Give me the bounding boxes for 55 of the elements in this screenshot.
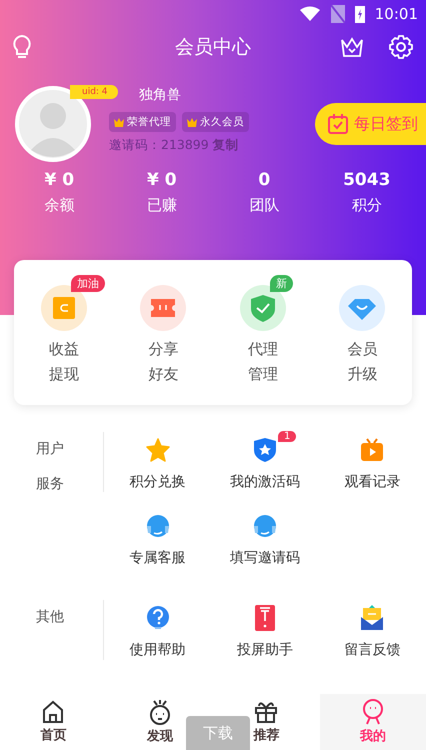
tv-play-icon[interactable] [360, 438, 384, 462]
invite-code: 邀请码：213899 [109, 137, 209, 154]
no-signal-icon [330, 5, 345, 23]
badge-label: 加油 [70, 275, 105, 292]
stat-value: 0 [258, 170, 270, 190]
status-time: 10:01 [374, 5, 418, 23]
shield-star-icon[interactable] [254, 438, 276, 462]
settings-icon[interactable] [388, 34, 414, 60]
phone-icon[interactable] [254, 605, 275, 631]
menu-item-label[interactable]: 留言反馈 [344, 641, 400, 659]
action-label[interactable]: 分享 好友 [148, 337, 178, 387]
crown-icon [114, 118, 124, 126]
stat-value: ¥ 0 [44, 170, 74, 190]
member-tag: 永久会员 [182, 112, 249, 132]
menu-item-label[interactable]: 我的激活码 [230, 473, 300, 491]
envelope-icon[interactable] [360, 605, 384, 631]
action-label[interactable]: 收益 提现 [48, 337, 79, 387]
wifi-icon [298, 6, 321, 22]
section-label: 其他 [0, 600, 104, 660]
crown-icon [187, 118, 197, 126]
star-icon[interactable] [146, 438, 170, 462]
action-label[interactable]: 代理 管理 [248, 337, 278, 387]
headset-icon[interactable] [146, 514, 170, 538]
stat-value: 5043 [343, 170, 390, 190]
nav-tab[interactable]: 首页 [0, 694, 106, 750]
calendar-check-icon [327, 113, 349, 135]
menu-item-label[interactable]: 积分兑换 [130, 473, 186, 491]
badge-label: 新 [270, 275, 293, 292]
section-label: 用户 服务 [0, 432, 104, 492]
member-tag: 荣誉代理 [109, 112, 176, 132]
gift-icon [254, 700, 278, 724]
person-icon [360, 699, 385, 725]
ticket-icon[interactable] [140, 285, 186, 331]
help-icon[interactable] [146, 605, 170, 631]
crown-icon[interactable] [340, 36, 364, 58]
menu-item-label[interactable]: 投屏助手 [236, 641, 293, 659]
face-icon [148, 699, 172, 725]
menu-item-label[interactable]: 填写邀请码 [230, 549, 300, 567]
menu-item-label[interactable]: 专属客服 [130, 549, 186, 567]
stat-label: 团队 [249, 196, 280, 215]
user-name: 独角兽 [139, 86, 182, 104]
action-label[interactable]: 会员 升级 [347, 337, 378, 387]
headset-icon[interactable] [252, 514, 277, 538]
lightbulb-icon[interactable] [12, 34, 32, 60]
menu-item-label[interactable]: 使用帮助 [130, 641, 186, 659]
uid-badge: uid: 4 [70, 85, 118, 99]
home-icon [41, 700, 66, 724]
stat-value: ¥ 0 [146, 170, 177, 190]
page-title: 会员中心 [175, 35, 251, 60]
menu-item-label[interactable]: 观看记录 [344, 473, 400, 491]
battery-icon [354, 5, 365, 23]
stat-label: 已赚 [146, 196, 177, 215]
stat-label: 余额 [44, 196, 74, 215]
count-badge: 1 [278, 431, 296, 442]
stat-label: 积分 [352, 196, 382, 215]
